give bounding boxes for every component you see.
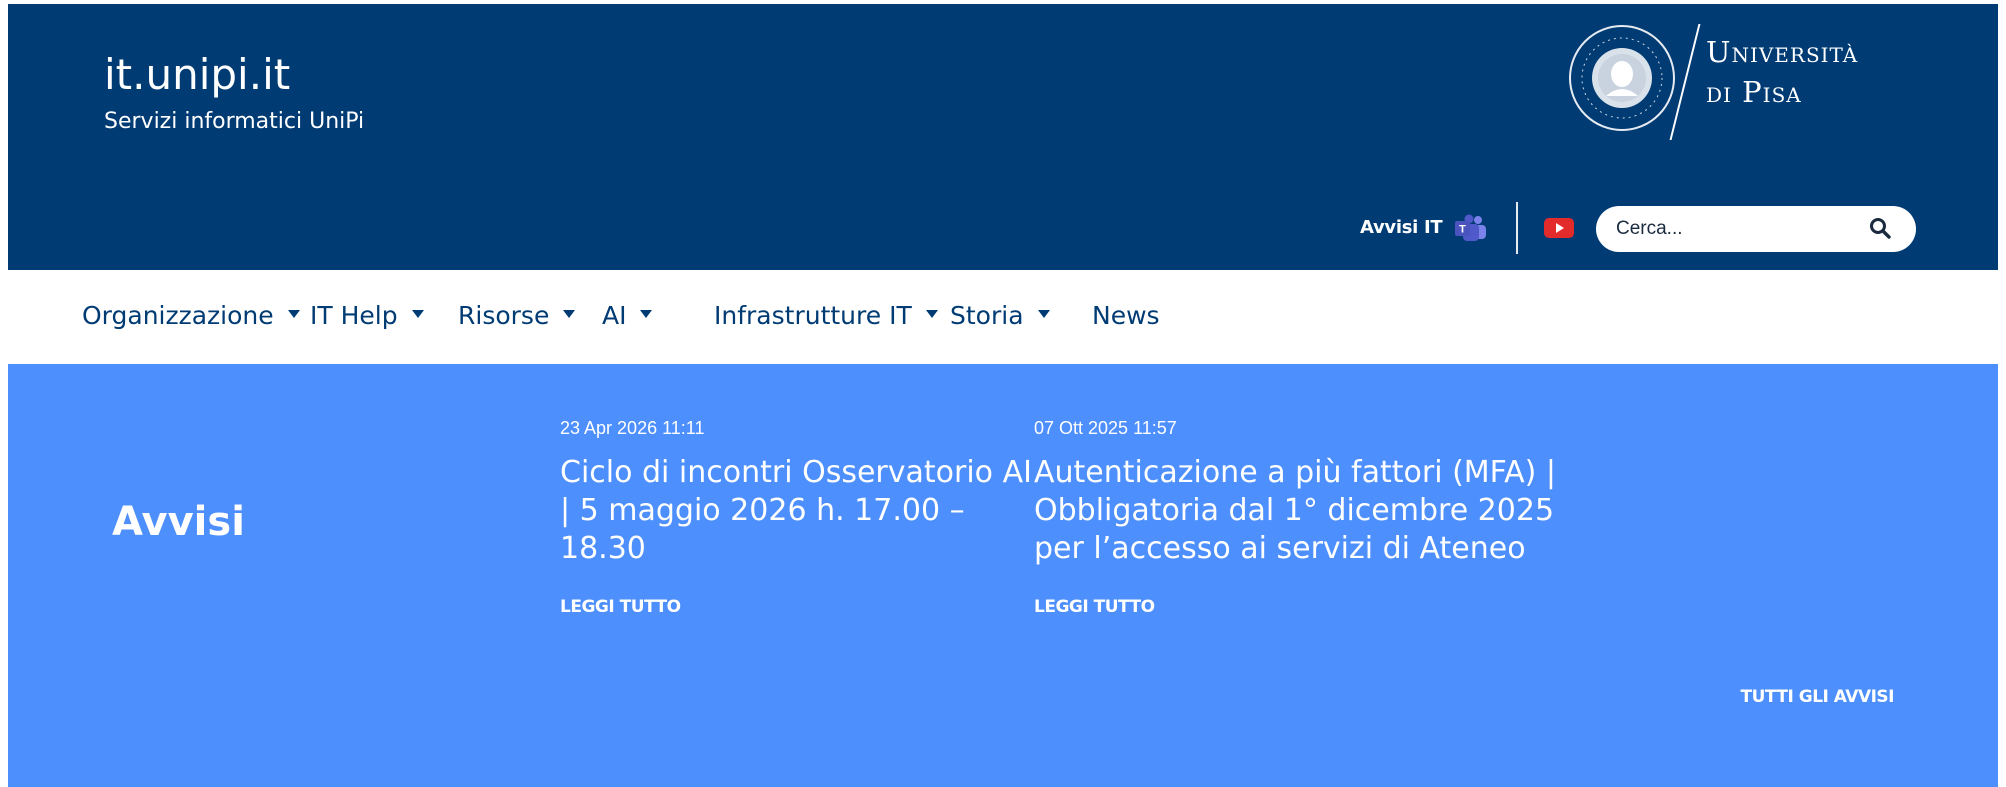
chevron-down-icon <box>1037 310 1050 318</box>
university-name-line2: di Pisa <box>1706 75 1802 109</box>
nav-item-organizzazione[interactable]: Organizzazione <box>82 298 300 334</box>
chevron-down-icon <box>925 310 938 318</box>
all-avvisi-link[interactable]: TUTTI GLI AVVISI <box>1741 686 1895 708</box>
teams-icon[interactable]: T <box>1454 214 1488 242</box>
chevron-down-icon <box>640 310 653 318</box>
nav-item-infrastrutture-it[interactable]: Infrastrutture IT <box>714 298 938 334</box>
avviso-date: 23 Apr 2026 11:11 <box>560 418 705 438</box>
university-logo[interactable]: Università di Pisa <box>1566 22 1926 140</box>
youtube-icon[interactable] <box>1544 216 1574 240</box>
nav-item-label: Storia <box>950 301 1024 330</box>
main-nav: Organizzazione IT Help Risorse AI Infras… <box>8 270 1998 364</box>
site-title[interactable]: it.unipi.it <box>104 50 290 100</box>
nav-item-it-help[interactable]: IT Help <box>310 298 424 334</box>
nav-item-label: Organizzazione <box>82 301 274 330</box>
search-icon[interactable] <box>1868 216 1892 240</box>
university-seal-icon <box>1569 25 1675 131</box>
university-name-line1: Università <box>1706 35 1859 69</box>
avviso-title[interactable]: Ciclo di incontri Osservatorio AI | 5 ma… <box>560 454 1040 568</box>
svg-text:T: T <box>1459 224 1466 236</box>
avviso-date: 07 Ott 2025 11:57 <box>1034 418 1177 438</box>
nav-item-risorse[interactable]: Risorse <box>458 298 576 334</box>
chevron-down-icon <box>563 310 576 318</box>
read-more-link[interactable]: LEGGI TUTTO <box>1034 596 1564 618</box>
site-subtitle: Servizi informatici UniPi <box>104 109 365 134</box>
utility-bar: Avvisi IT T <box>1360 202 1920 254</box>
chevron-down-icon <box>411 310 424 318</box>
nav-item-news[interactable]: News <box>1092 298 1160 334</box>
avviso-item: 23 Apr 2026 11:11 Ciclo di incontri Osse… <box>560 416 1040 618</box>
read-more-link[interactable]: LEGGI TUTTO <box>560 596 1040 618</box>
nav-item-label: News <box>1092 301 1160 330</box>
avvisi-it-link[interactable]: Avvisi IT <box>1360 216 1443 240</box>
nav-item-ai[interactable]: AI <box>602 298 653 334</box>
nav-item-label: IT Help <box>310 301 398 330</box>
avvisi-section: Avvisi 23 Apr 2026 11:11 Ciclo di incont… <box>8 364 1998 787</box>
chevron-down-icon <box>287 310 300 318</box>
avvisi-heading: Avvisi <box>112 499 245 545</box>
nav-item-label: Infrastrutture IT <box>714 301 912 330</box>
avviso-title[interactable]: Autenticazione a più fattori (MFA) | Obb… <box>1034 454 1564 568</box>
site-header: it.unipi.it Servizi informatici UniPi Un… <box>8 4 1998 270</box>
nav-item-label: AI <box>602 301 627 330</box>
nav-item-label: Risorse <box>458 301 550 330</box>
avviso-item: 07 Ott 2025 11:57 Autenticazione a più f… <box>1034 416 1564 618</box>
nav-item-storia[interactable]: Storia <box>950 298 1050 334</box>
university-name: Università di Pisa <box>1706 32 1858 112</box>
utility-separator <box>1516 202 1518 254</box>
page: it.unipi.it Servizi informatici UniPi Un… <box>0 0 2006 787</box>
